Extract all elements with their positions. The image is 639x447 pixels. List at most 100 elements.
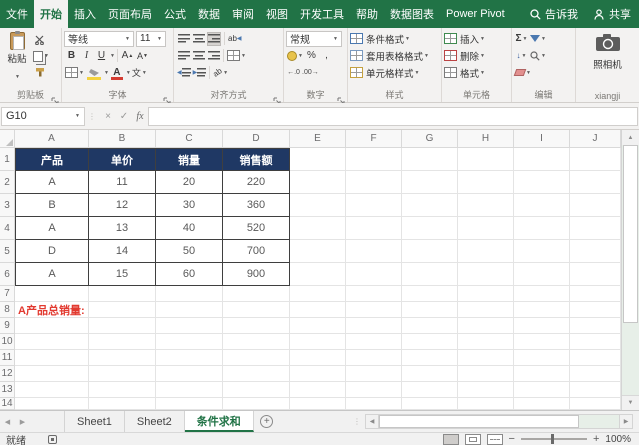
grid-cell-J10[interactable] [570,334,621,350]
row-header-6[interactable]: 6 [0,263,15,286]
grid-cell-G9[interactable] [402,318,458,334]
grid-cell-E8[interactable] [290,302,346,318]
table-cell-D5[interactable]: 700 [223,240,290,263]
table-cell-D4[interactable]: 520 [223,217,290,240]
formula-input[interactable] [148,106,638,126]
grid-cell-H9[interactable] [458,318,514,334]
page-layout-view-button[interactable] [464,433,481,445]
comma-style-button[interactable]: , [320,49,333,63]
grid-cell-C8[interactable] [156,302,223,318]
grid-cell-H6[interactable] [458,263,514,286]
column-header-C[interactable]: C [156,130,223,148]
phonetic-guide-button[interactable]: 文 ▼ [132,66,147,80]
grid-cell-J3[interactable] [570,194,621,217]
grid-cell-F4[interactable] [346,217,402,240]
column-header-F[interactable]: F [346,130,402,148]
borders-button[interactable]: ▼ [65,66,84,80]
row-header-2[interactable]: 2 [0,171,15,194]
grid-cell-E7[interactable] [290,286,346,302]
row-header-10[interactable]: 10 [0,334,15,350]
grid-cell-G7[interactable] [402,286,458,302]
grid-cell-A14[interactable] [15,398,89,410]
tell-me-button[interactable]: 告诉我 [522,0,586,28]
page-break-view-button[interactable] [486,433,503,445]
table-cell-A3[interactable]: B [15,194,89,217]
grid-cell-F12[interactable] [346,366,402,382]
table-cell-A6[interactable]: A [15,263,89,286]
grow-font-button[interactable]: A ▲ [121,49,134,63]
sheet-tab-tiaojianqiuhe[interactable]: 条件求和 [184,411,254,432]
grid-cell-F5[interactable] [346,240,402,263]
grid-cell-D7[interactable] [223,286,290,302]
percent-style-button[interactable]: % [305,49,318,63]
table-cell-B5[interactable]: 14 [89,240,156,263]
row-header-13[interactable]: 13 [0,382,15,398]
grid-cell-H4[interactable] [458,217,514,240]
find-select-button[interactable]: ▼ [530,49,546,63]
grid-cell-F1[interactable] [346,148,402,171]
table-cell-B2[interactable]: 11 [89,171,156,194]
grid-cell-F3[interactable] [346,194,402,217]
grid-cell-B13[interactable] [89,382,156,398]
cancel-button[interactable]: × [100,111,116,122]
grid-cell-I3[interactable] [514,194,570,217]
font-color-button[interactable]: A [110,66,124,80]
grid-cell-D9[interactable] [223,318,290,334]
table-header-cell-B1[interactable]: 单价 [89,148,156,171]
fill-button[interactable]: ↓ ▼ [515,49,528,63]
formula-bar-drag-handle[interactable]: ⋮ [85,112,100,121]
sheet-tab-sheet2[interactable]: Sheet2 [125,411,185,432]
align-bottom-button[interactable] [207,31,221,46]
grid-cell-F9[interactable] [346,318,402,334]
row-header-8[interactable]: 8 [0,302,15,318]
underline-button[interactable]: U [95,49,108,63]
grid-cell-J12[interactable] [570,366,621,382]
row-header-1[interactable]: 1 [0,148,15,171]
horizontal-scrollbar-track[interactable] [379,414,619,429]
orientation-button[interactable]: ab ▼ [211,66,228,80]
grid-cell-I5[interactable] [514,240,570,263]
alignment-dialog-launcher[interactable] [273,92,281,105]
grid-cell-I6[interactable] [514,263,570,286]
grid-cell-E2[interactable] [290,171,346,194]
grid-cell-H14[interactable] [458,398,514,410]
font-dialog-launcher[interactable] [163,92,171,105]
ribbon-tab-5[interactable]: 数据 [192,0,226,28]
grid-cell-I9[interactable] [514,318,570,334]
clipboard-dialog-launcher[interactable] [51,92,59,105]
paste-dropdown-icon[interactable]: ▼ [15,74,20,80]
table-header-cell-A1[interactable]: 产品 [15,148,89,171]
grid-cell-E12[interactable] [290,366,346,382]
fill-color-dropdown-icon[interactable]: ▼ [104,70,109,76]
sheet-nav-prev-icon[interactable]: ◀ [0,411,15,432]
grid-cell-H8[interactable] [458,302,514,318]
grid-cell-J7[interactable] [570,286,621,302]
table-cell-C5[interactable]: 50 [156,240,223,263]
grid-cell-E14[interactable] [290,398,346,410]
format-cells-button[interactable]: 格式 ▼ [444,65,509,80]
clear-button[interactable]: ▼ [513,66,531,80]
grid-cell-E3[interactable] [290,194,346,217]
row-header-3[interactable]: 3 [0,194,15,217]
camera-button[interactable]: 照相机 [578,31,637,71]
enter-button[interactable]: ✓ [116,111,132,122]
grid-cell-B7[interactable] [89,286,156,302]
grid-cell-J8[interactable] [570,302,621,318]
grid-cell-F7[interactable] [346,286,402,302]
grid-cell-I8[interactable] [514,302,570,318]
new-sheet-button[interactable]: + [254,411,280,432]
grid-cell-H3[interactable] [458,194,514,217]
zoom-slider-knob[interactable] [550,434,554,444]
grid-cell-A13[interactable] [15,382,89,398]
grid-cell-C10[interactable] [156,334,223,350]
grid-cell-D11[interactable] [223,350,290,366]
grid-cell-B12[interactable] [89,366,156,382]
grid-cell-F11[interactable] [346,350,402,366]
increase-decimal-button[interactable]: ←.0 [287,66,300,80]
grid-cell-E5[interactable] [290,240,346,263]
table-cell-B6[interactable]: 15 [89,263,156,286]
grid-cell-J13[interactable] [570,382,621,398]
grid-cell-G6[interactable] [402,263,458,286]
table-cell-B3[interactable]: 12 [89,194,156,217]
table-cell-D6[interactable]: 900 [223,263,290,286]
